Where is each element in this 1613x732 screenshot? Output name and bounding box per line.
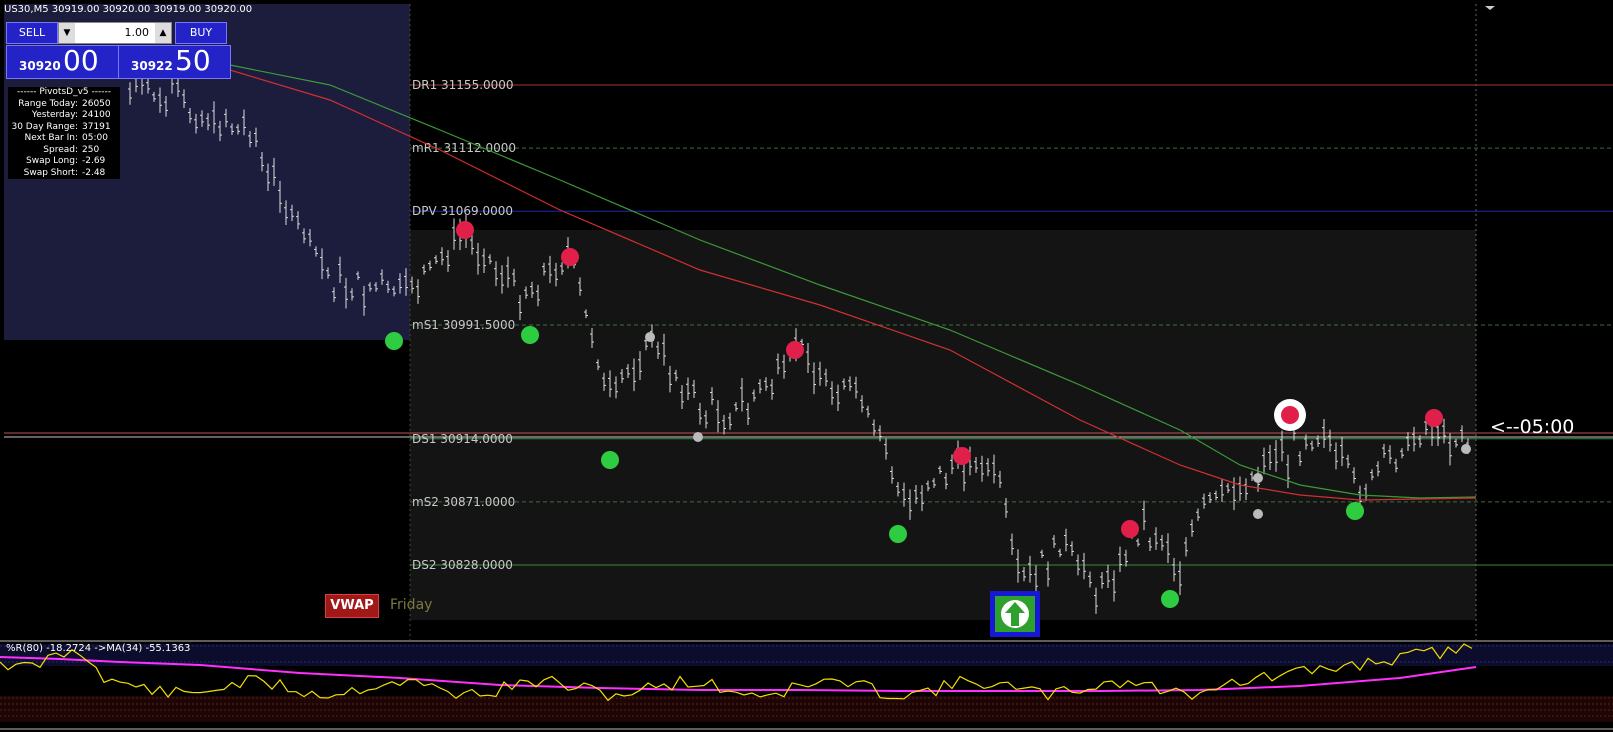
pivot-label-mr1: mR1 31112.0000 bbox=[412, 141, 516, 155]
pivot-label-ms1: mS1 30991.5000 bbox=[412, 318, 515, 332]
swing-high-marker bbox=[786, 341, 804, 359]
info-value: 250 bbox=[82, 144, 100, 155]
info-row: Swap Long: -2.69 bbox=[8, 156, 120, 168]
info-value: 26050 bbox=[82, 98, 111, 109]
lot-decrease-icon[interactable]: ▼ bbox=[59, 23, 75, 43]
swing-high-marker bbox=[1425, 409, 1443, 427]
swing-low-marker bbox=[385, 332, 403, 350]
fractal-marker bbox=[645, 332, 655, 342]
info-value: 24100 bbox=[82, 110, 111, 120]
swing-low-marker bbox=[889, 525, 907, 543]
today-range-zone bbox=[410, 230, 1476, 620]
info-row: 30 Day Range: 37191 bbox=[8, 122, 120, 134]
swing-low-marker bbox=[601, 451, 619, 469]
info-key: Swap Long: bbox=[26, 156, 78, 166]
info-key: Range Today: bbox=[18, 98, 78, 109]
fractal-marker bbox=[1253, 509, 1263, 519]
info-key: Spread: bbox=[43, 144, 78, 155]
info-row: Yesterday: 24100 bbox=[8, 110, 120, 122]
bar-countdown: <--05:00 bbox=[1490, 416, 1575, 438]
symbol-title: US30,M5 30919.00 30920.00 30919.00 30920… bbox=[4, 4, 253, 15]
buy-button[interactable]: BUY bbox=[175, 22, 227, 44]
osc-overbought-zone bbox=[0, 644, 1613, 666]
fractal-marker bbox=[1253, 473, 1263, 483]
vwap-button[interactable]: VWAP bbox=[325, 594, 379, 618]
sell-price-big: 00 bbox=[63, 44, 99, 77]
buy-price-small: 30922 bbox=[131, 59, 173, 73]
info-value: -2.69 bbox=[82, 156, 106, 166]
oscillator-label: %R(80) -18.2724 ->MA(34) -55.1363 bbox=[6, 643, 191, 654]
swing-low-marker bbox=[1346, 502, 1364, 520]
lot-size-field[interactable]: ▼ 1.00 ▲ bbox=[58, 22, 172, 44]
williams-r-oscillator[interactable] bbox=[0, 640, 1613, 732]
pivot-label-dr1: DR1 31155.0000 bbox=[412, 78, 514, 92]
fractal-marker bbox=[1461, 444, 1471, 454]
info-row: Swap Short: -2.48 bbox=[8, 168, 120, 180]
pivots-info-panel: ------ PivotsD_v5 ------ Range Today: 260… bbox=[8, 87, 120, 179]
buy-price-box[interactable]: 30922 50 bbox=[118, 44, 231, 79]
buy-signal-arrow-box bbox=[990, 591, 1040, 637]
info-row: Range Today: 26050 bbox=[8, 99, 120, 111]
info-row: Next Bar In: 05:00 bbox=[8, 133, 120, 145]
info-key: 30 Day Range: bbox=[11, 121, 78, 132]
sell-button[interactable]: SELL bbox=[6, 22, 58, 44]
up-arrow-icon bbox=[1001, 600, 1029, 628]
info-key: Swap Short: bbox=[23, 167, 78, 178]
price-chart[interactable]: DR1 31155.0000 mR1 31112.0000 DPV 31069.00… bbox=[0, 0, 1613, 640]
swing-high-marker bbox=[953, 447, 971, 465]
info-value: -2.48 bbox=[82, 167, 106, 178]
sell-price-box[interactable]: 30920 00 bbox=[6, 44, 119, 79]
lot-increase-icon[interactable]: ▲ bbox=[155, 23, 171, 43]
fractal-marker bbox=[693, 432, 703, 442]
info-row: Spread: 250 bbox=[8, 145, 120, 157]
pivot-label-dpv: DPV 31069.0000 bbox=[412, 204, 513, 218]
lot-size-value[interactable]: 1.00 bbox=[77, 23, 153, 43]
info-value: 37191 bbox=[82, 121, 111, 132]
swing-low-marker bbox=[521, 326, 539, 344]
info-value: 05:00 bbox=[82, 133, 108, 143]
pivots-info-header: ------ PivotsD_v5 ------ bbox=[17, 87, 111, 97]
pivot-label-ms2: mS2 30871.0000 bbox=[412, 495, 515, 509]
swing-low-marker bbox=[1161, 590, 1179, 608]
sell-price-small: 30920 bbox=[19, 59, 61, 73]
swing-high-marker bbox=[456, 221, 474, 239]
highlighted-swing-high bbox=[1274, 399, 1306, 431]
swing-high-marker bbox=[561, 248, 579, 266]
pivot-label-ds1: DS1 30914.0000 bbox=[412, 432, 513, 446]
swing-high-marker bbox=[1121, 520, 1139, 538]
day-label: Friday bbox=[390, 597, 433, 613]
buy-price-big: 50 bbox=[175, 44, 211, 77]
osc-oversold-zone bbox=[0, 696, 1613, 722]
info-key: Yesterday: bbox=[31, 110, 78, 120]
pivot-label-ds2: DS2 30828.0000 bbox=[412, 558, 513, 572]
info-key: Next Bar In: bbox=[24, 133, 78, 143]
